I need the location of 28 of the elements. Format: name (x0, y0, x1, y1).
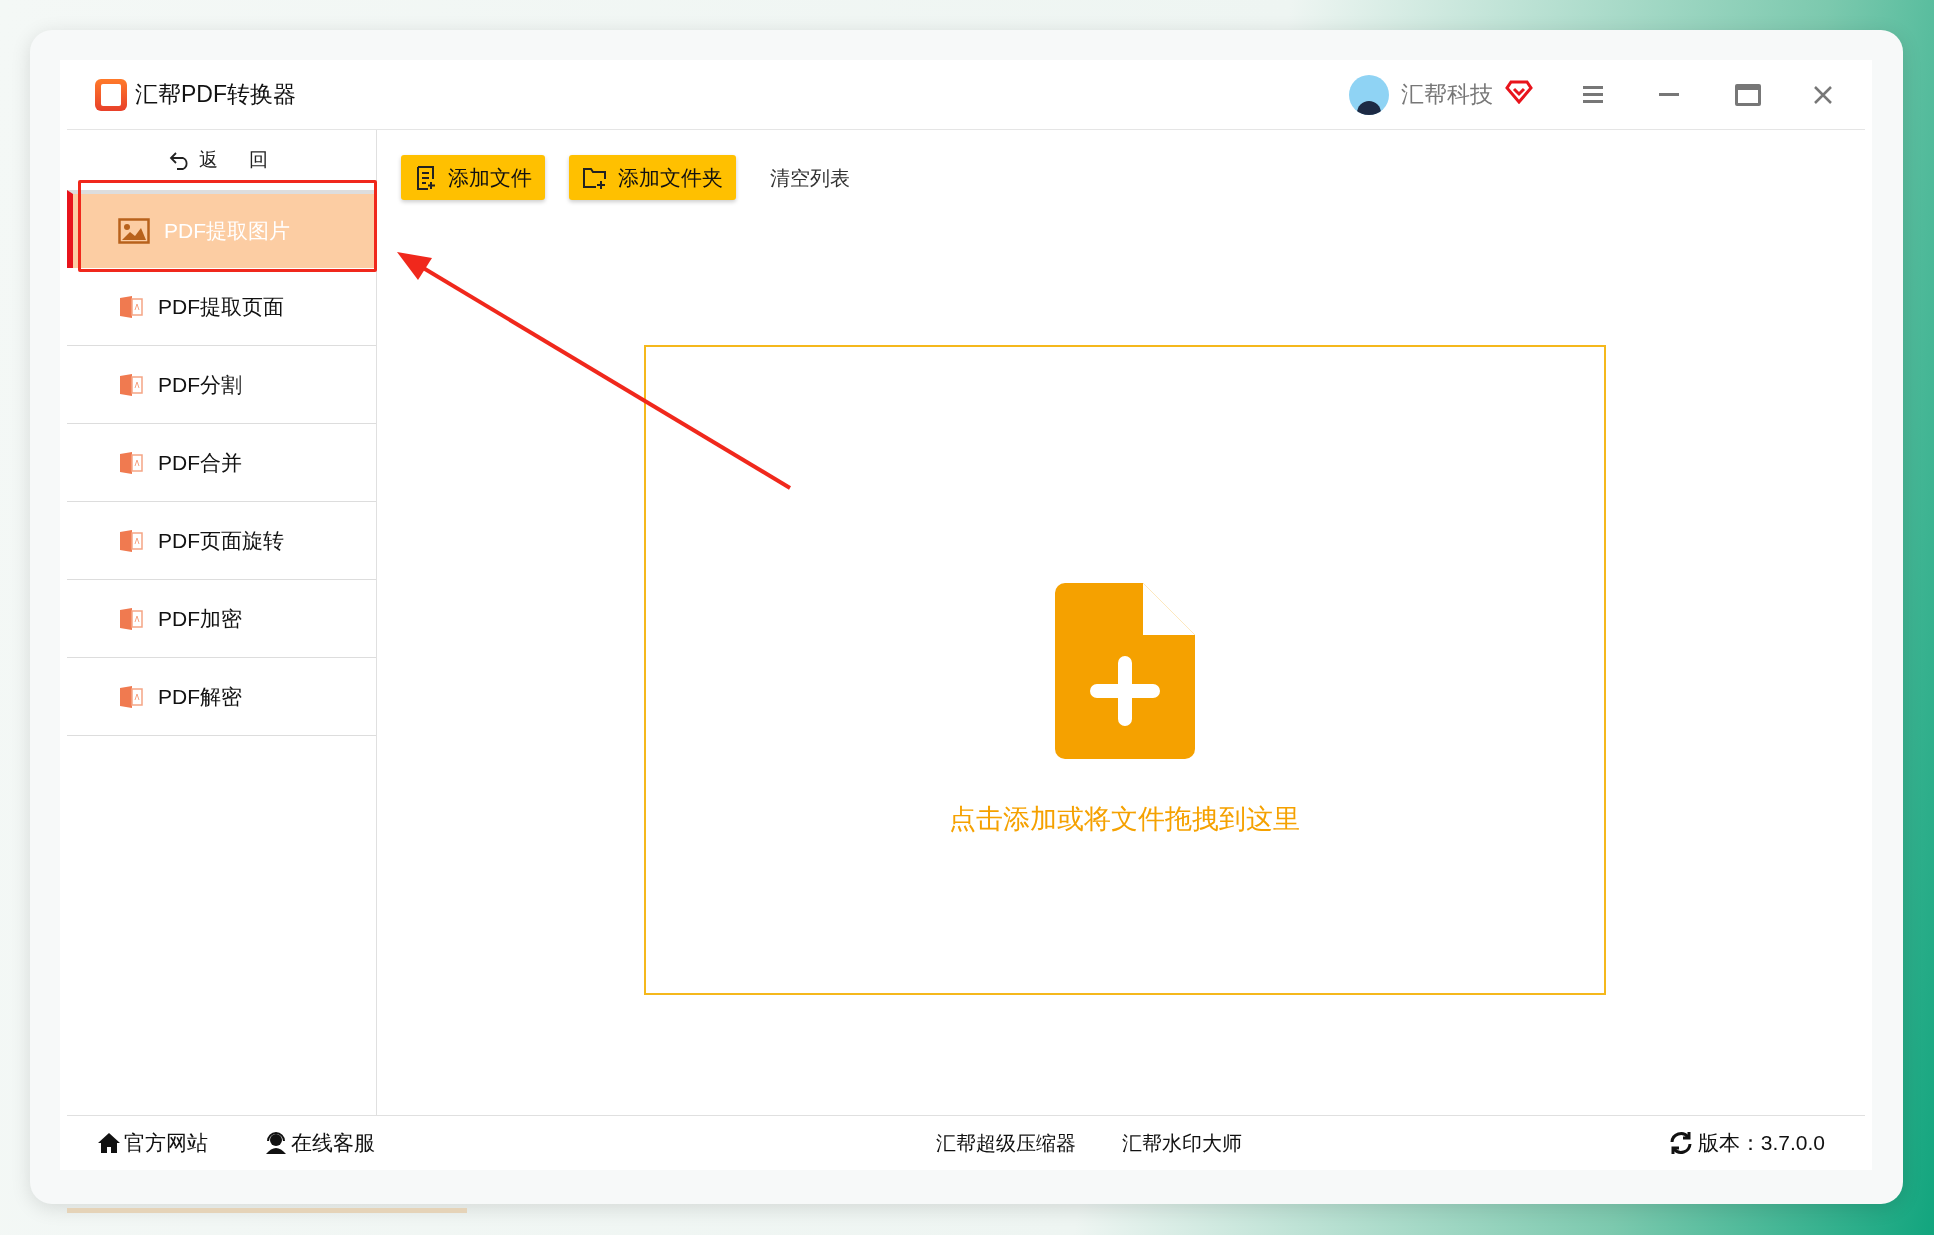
pdf-file-icon (118, 371, 144, 398)
home-icon (97, 1132, 121, 1154)
footer-link[interactable]: 在线客服 (264, 1127, 375, 1159)
pdf-file-icon (118, 449, 144, 476)
pdf-file-icon (118, 683, 144, 710)
app-logo-icon (95, 78, 127, 111)
back-button[interactable]: 返 回 (67, 130, 376, 190)
app-title: 汇帮PDF转换器 (135, 80, 296, 110)
pdf-file-icon (118, 605, 144, 632)
maximize-button[interactable] (1735, 83, 1761, 106)
drop-hint: 点击添加或将文件拖拽到这里 (949, 803, 1300, 836)
add-button[interactable]: 添加文件 (401, 155, 545, 200)
pdf-file-icon (118, 293, 144, 320)
user-name: 汇帮科技 (1401, 80, 1493, 110)
diamond-icon (1505, 79, 1533, 104)
pdf-file-icon (118, 527, 144, 554)
headset-person-icon (264, 1132, 288, 1154)
file-list-icon (414, 164, 438, 191)
clear-list-button[interactable]: 清空列表 (770, 162, 850, 193)
footer-link[interactable]: 官方网站 (97, 1127, 208, 1159)
file-plus-icon (1054, 583, 1195, 759)
add-button[interactable]: 添加文件夹 (569, 155, 736, 200)
version-text: 版本：3.7.0.0 (1697, 1130, 1825, 1157)
avatar-icon (1349, 74, 1389, 115)
footer-link[interactable]: 汇帮超级压缩器 (935, 1128, 1076, 1158)
folder-plus-icon (582, 165, 608, 190)
footer-link[interactable]: 汇帮水印大师 (1121, 1128, 1242, 1158)
image-icon (118, 218, 150, 244)
